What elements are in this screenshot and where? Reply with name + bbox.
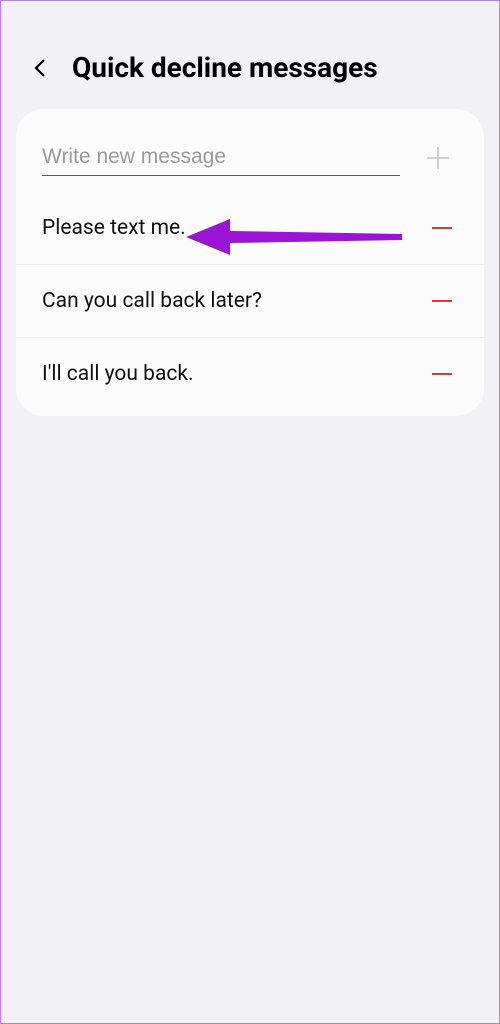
minus-icon [430, 362, 454, 386]
messages-card: Please text me. Can you call back later?… [16, 109, 484, 416]
message-item[interactable]: Please text me. [16, 192, 484, 265]
delete-message-button[interactable] [428, 287, 456, 315]
message-text: Can you call back later? [42, 289, 428, 313]
page-title: Quick decline messages [72, 51, 378, 84]
message-text: Please text me. [42, 216, 428, 240]
message-item[interactable]: I'll call you back. [16, 338, 484, 416]
add-message-button[interactable] [420, 140, 456, 176]
delete-message-button[interactable] [428, 214, 456, 242]
new-message-row [16, 129, 484, 192]
back-button[interactable] [26, 54, 54, 82]
plus-icon [423, 143, 453, 173]
delete-message-button[interactable] [428, 360, 456, 388]
message-text: I'll call you back. [42, 362, 428, 386]
chevron-left-icon [31, 56, 49, 80]
minus-icon [430, 216, 454, 240]
minus-icon [430, 289, 454, 313]
new-message-input[interactable] [42, 139, 400, 176]
message-item[interactable]: Can you call back later? [16, 265, 484, 338]
page-header: Quick decline messages [1, 1, 499, 109]
